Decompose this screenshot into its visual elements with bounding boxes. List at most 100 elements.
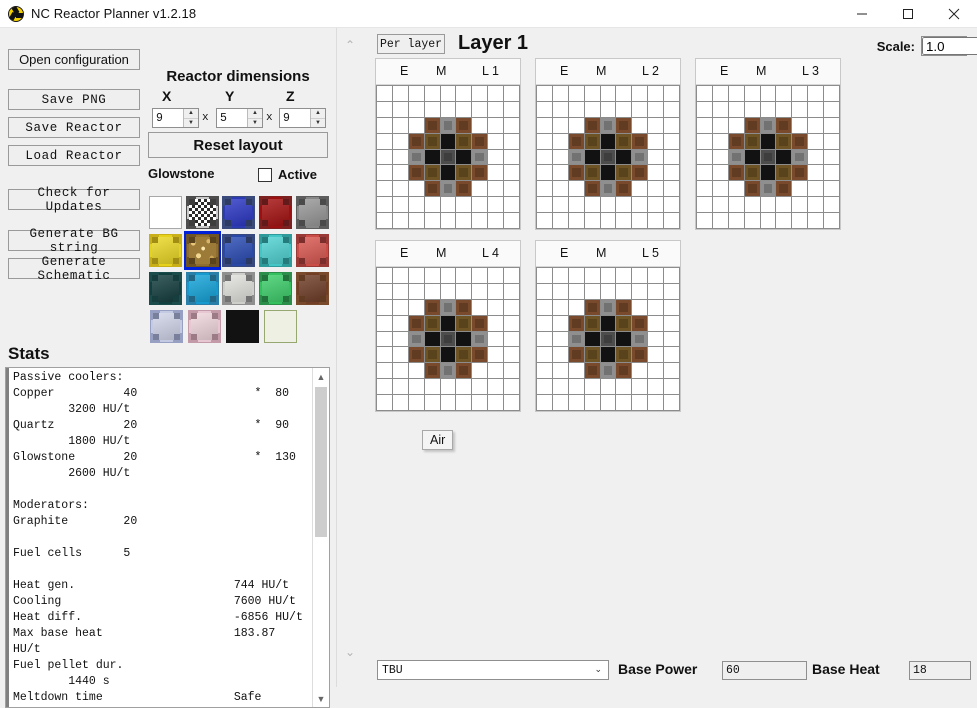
grid-cell-air[interactable] xyxy=(553,379,568,394)
grid-cell-air[interactable] xyxy=(504,118,519,133)
grid-cell-air[interactable] xyxy=(377,284,392,299)
grid-cell-air[interactable] xyxy=(472,363,487,378)
reactor-grid[interactable] xyxy=(376,267,520,411)
scale-stepper[interactable]: ▲▼ xyxy=(921,36,967,56)
dimension-z-input[interactable] xyxy=(280,109,310,127)
grid-cell-air[interactable] xyxy=(377,134,392,149)
save-reactor-button[interactable]: Save Reactor xyxy=(8,117,140,138)
grid-cell-air[interactable] xyxy=(632,284,647,299)
grid-cell-air[interactable] xyxy=(824,86,839,101)
grid-cell-air[interactable] xyxy=(616,284,631,299)
grid-cell-air[interactable] xyxy=(664,347,679,362)
grid-cell-air[interactable] xyxy=(537,213,552,228)
grid-cell-air[interactable] xyxy=(504,213,519,228)
grid-cell-air[interactable] xyxy=(648,316,663,331)
grid-cell-glowstone[interactable] xyxy=(456,316,471,331)
grid-cell-air[interactable] xyxy=(648,213,663,228)
layer-grid-L4[interactable]: EML 4 xyxy=(375,240,521,412)
grid-cell-copper[interactable] xyxy=(616,181,631,196)
grid-cell-air[interactable] xyxy=(585,197,600,212)
layer-grid-L5[interactable]: EML 5 xyxy=(535,240,681,412)
grid-cell-air[interactable] xyxy=(472,197,487,212)
grid-cell-air[interactable] xyxy=(648,165,663,180)
grid-cell-air[interactable] xyxy=(537,134,552,149)
grid-cell-air[interactable] xyxy=(697,165,712,180)
grid-cell-graphite[interactable] xyxy=(601,165,616,180)
grid-cell-air[interactable] xyxy=(648,181,663,196)
grid-cell-copper[interactable] xyxy=(425,363,440,378)
grid-cell-glowstone[interactable] xyxy=(616,134,631,149)
grid-cell-air[interactable] xyxy=(776,102,791,117)
grid-cell-air[interactable] xyxy=(553,150,568,165)
grid-cell-air[interactable] xyxy=(776,213,791,228)
grid-cell-air[interactable] xyxy=(537,118,552,133)
grid-cell-air[interactable] xyxy=(569,213,584,228)
load-reactor-button[interactable]: Load Reactor xyxy=(8,145,140,166)
dimension-x-input[interactable] xyxy=(153,109,183,127)
grid-cell-air[interactable] xyxy=(729,86,744,101)
grid-cell-air[interactable] xyxy=(504,395,519,410)
grid-cell-graphite[interactable] xyxy=(441,347,456,362)
grid-cell-air[interactable] xyxy=(648,332,663,347)
grid-cell-air[interactable] xyxy=(553,213,568,228)
grid-cell-air[interactable] xyxy=(808,150,823,165)
grid-cell-graphite[interactable] xyxy=(745,150,760,165)
grid-cell-air[interactable] xyxy=(713,181,728,196)
palette-tile-graphite-moderator[interactable] xyxy=(224,308,261,345)
grid-cell-air[interactable] xyxy=(393,102,408,117)
grid-cell-graphite[interactable] xyxy=(585,332,600,347)
chevron-down-icon[interactable]: ▼ xyxy=(248,119,262,128)
grid-cell-copper[interactable] xyxy=(456,118,471,133)
grid-cell-fuelcell[interactable] xyxy=(601,332,616,347)
grid-cell-air[interactable] xyxy=(425,213,440,228)
grid-cell-air[interactable] xyxy=(472,268,487,283)
grid-cell-air[interactable] xyxy=(569,197,584,212)
grid-cell-air[interactable] xyxy=(824,134,839,149)
grid-cell-quartz[interactable] xyxy=(569,332,584,347)
grid-cell-air[interactable] xyxy=(472,300,487,315)
grid-cell-air[interactable] xyxy=(472,118,487,133)
grid-cell-air[interactable] xyxy=(425,197,440,212)
scale-input[interactable] xyxy=(922,37,977,55)
palette-tile-lapis-cooler[interactable] xyxy=(221,232,257,269)
close-icon[interactable] xyxy=(931,0,977,28)
grid-cell-copper[interactable] xyxy=(569,165,584,180)
grid-cell-air[interactable] xyxy=(537,268,552,283)
grid-cell-air[interactable] xyxy=(409,395,424,410)
grid-cell-air[interactable] xyxy=(569,181,584,196)
dimension-z-arrows[interactable]: ▲▼ xyxy=(310,109,325,127)
grid-cell-air[interactable] xyxy=(745,197,760,212)
grid-cell-air[interactable] xyxy=(504,300,519,315)
grid-cell-graphite[interactable] xyxy=(441,316,456,331)
grid-cell-glowstone[interactable] xyxy=(745,134,760,149)
grid-cell-air[interactable] xyxy=(488,379,503,394)
grid-cell-quartz[interactable] xyxy=(441,300,456,315)
grid-cell-air[interactable] xyxy=(569,395,584,410)
dimension-y-stepper[interactable]: ▲▼ xyxy=(216,108,263,128)
grid-cell-air[interactable] xyxy=(713,102,728,117)
grid-cell-copper[interactable] xyxy=(456,181,471,196)
palette-tile-beryllium-moderator[interactable] xyxy=(262,308,299,345)
grid-cell-air[interactable] xyxy=(792,197,807,212)
grid-cell-air[interactable] xyxy=(504,347,519,362)
grid-cell-air[interactable] xyxy=(393,284,408,299)
grid-cell-air[interactable] xyxy=(537,395,552,410)
grid-cell-air[interactable] xyxy=(488,268,503,283)
grid-cell-air[interactable] xyxy=(824,165,839,180)
grid-cell-air[interactable] xyxy=(632,197,647,212)
grid-cell-air[interactable] xyxy=(648,363,663,378)
grid-cell-air[interactable] xyxy=(632,181,647,196)
grid-cell-air[interactable] xyxy=(616,379,631,394)
grid-cell-air[interactable] xyxy=(553,86,568,101)
grid-cell-air[interactable] xyxy=(504,332,519,347)
grid-cell-air[interactable] xyxy=(504,102,519,117)
grid-cell-air[interactable] xyxy=(601,213,616,228)
grid-cell-air[interactable] xyxy=(425,268,440,283)
grid-cell-air[interactable] xyxy=(488,284,503,299)
grid-cell-glowstone[interactable] xyxy=(776,165,791,180)
grid-cell-air[interactable] xyxy=(488,316,503,331)
maximize-icon[interactable] xyxy=(885,0,931,28)
grid-cell-glowstone[interactable] xyxy=(456,347,471,362)
grid-cell-copper[interactable] xyxy=(632,165,647,180)
grid-cell-glowstone[interactable] xyxy=(456,134,471,149)
